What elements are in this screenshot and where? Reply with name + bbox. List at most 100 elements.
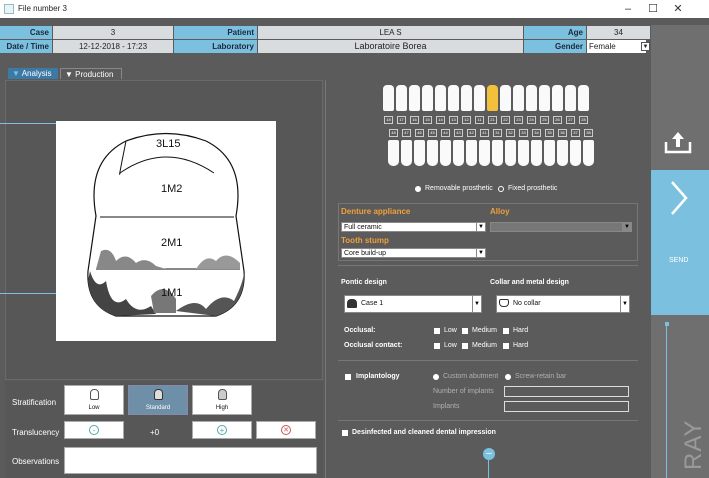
upper-tooth[interactable] [578, 85, 589, 111]
contact-medium-checkbox[interactable] [462, 343, 468, 349]
upper-tooth-number[interactable]: 11 [475, 116, 484, 124]
lower-tooth[interactable] [492, 140, 503, 166]
collar-select[interactable]: No collar ▼ [496, 295, 630, 313]
lower-tooth-number[interactable]: 32 [506, 129, 515, 137]
number-implants-input[interactable] [504, 386, 629, 397]
tab-analysis[interactable]: ▼ Analysis [8, 68, 58, 79]
lower-tooth[interactable] [505, 140, 516, 166]
upper-tooth[interactable] [422, 85, 433, 111]
lower-tooth-number[interactable]: 37 [571, 129, 580, 137]
lower-tooth-number[interactable]: 47 [402, 129, 411, 137]
radio-custom-abutment[interactable] [433, 374, 439, 380]
occlusal-medium-checkbox[interactable] [462, 328, 468, 334]
strat-high-button[interactable]: High [192, 385, 252, 415]
translucency-increase-button[interactable]: + [192, 421, 252, 439]
lower-tooth-number[interactable]: 36 [558, 129, 567, 137]
upper-tooth-number[interactable]: 26 [553, 116, 562, 124]
send-button[interactable]: SEND [651, 170, 709, 315]
lower-tooth-number[interactable]: 34 [532, 129, 541, 137]
lower-tooth[interactable] [518, 140, 529, 166]
translucency-decrease-button[interactable]: - [64, 421, 124, 439]
upper-tooth-number[interactable]: 16 [410, 116, 419, 124]
upper-tooth-number[interactable]: 15 [423, 116, 432, 124]
upper-tooth-number[interactable]: 22 [501, 116, 510, 124]
occlusal-low-checkbox[interactable] [434, 328, 440, 334]
contact-low-checkbox[interactable] [434, 343, 440, 349]
upper-tooth-number[interactable]: 18 [384, 116, 393, 124]
radio-screw-retain[interactable] [505, 374, 511, 380]
upper-tooth-number[interactable]: 25 [540, 116, 549, 124]
denture-appliance-select[interactable]: Full ceramic ▼ [341, 222, 486, 232]
tab-production[interactable]: ▼ Production [60, 68, 122, 79]
lower-tooth-number[interactable]: 35 [545, 129, 554, 137]
lower-tooth[interactable] [440, 140, 451, 166]
lower-tooth[interactable] [388, 140, 399, 166]
lower-tooth-number[interactable]: 45 [428, 129, 437, 137]
tooth-stump-select[interactable]: Core build-up ▼ [341, 248, 486, 258]
lower-tooth-number[interactable]: 46 [415, 129, 424, 137]
upper-tooth[interactable] [565, 85, 576, 111]
translucency-reset-button[interactable]: ✕ [256, 421, 316, 439]
contact-hard-checkbox[interactable] [503, 343, 509, 349]
lower-tooth-number[interactable]: 42 [467, 129, 476, 137]
disinfected-checkbox[interactable] [342, 430, 348, 436]
radio-removable[interactable] [415, 186, 421, 192]
strat-standard-button[interactable]: Standard [128, 385, 188, 415]
alloy-select[interactable]: ▼ [490, 222, 632, 232]
lower-tooth[interactable] [427, 140, 438, 166]
chevron-down-icon[interactable]: ▼ [641, 42, 650, 51]
upper-tooth[interactable] [513, 85, 524, 111]
upper-tooth-number[interactable]: 17 [397, 116, 406, 124]
lower-tooth[interactable] [583, 140, 594, 166]
upper-tooth[interactable] [552, 85, 563, 111]
lower-tooth[interactable] [531, 140, 542, 166]
upper-tooth-number[interactable]: 28 [579, 116, 588, 124]
upper-tooth[interactable] [474, 85, 485, 111]
lower-tooth[interactable] [557, 140, 568, 166]
implants-input[interactable] [504, 401, 629, 412]
lower-tooth[interactable] [401, 140, 412, 166]
upper-tooth[interactable] [383, 85, 394, 111]
lower-tooth-number[interactable]: 48 [389, 129, 398, 137]
lower-tooth[interactable] [414, 140, 425, 166]
upper-tooth[interactable] [487, 85, 498, 111]
upload-button[interactable] [664, 128, 692, 154]
strat-low-button[interactable]: Low [64, 385, 124, 415]
upper-tooth[interactable] [409, 85, 420, 111]
lower-tooth-number[interactable]: 43 [454, 129, 463, 137]
gender-select[interactable]: Female ▼ [587, 40, 650, 53]
implantology-checkbox[interactable] [345, 374, 351, 380]
lower-tooth-number[interactable]: 41 [480, 129, 489, 137]
lower-tooth[interactable] [544, 140, 555, 166]
lower-tooth-number[interactable]: 31 [493, 129, 502, 137]
upper-tooth-number[interactable]: 13 [449, 116, 458, 124]
upper-tooth-number[interactable]: 23 [514, 116, 523, 124]
occlusal-hard-checkbox[interactable] [503, 328, 509, 334]
upper-tooth[interactable] [461, 85, 472, 111]
upper-tooth-number[interactable]: 12 [462, 116, 471, 124]
upper-tooth[interactable] [526, 85, 537, 111]
upper-tooth-number[interactable]: 14 [436, 116, 445, 124]
lower-tooth[interactable] [453, 140, 464, 166]
maximize-button[interactable]: ☐ [642, 2, 664, 16]
upper-tooth[interactable] [448, 85, 459, 111]
upper-tooth[interactable] [396, 85, 407, 111]
lower-tooth[interactable] [466, 140, 477, 166]
lower-tooth-number[interactable]: 44 [441, 129, 450, 137]
lower-tooth[interactable] [479, 140, 490, 166]
lower-tooth-number[interactable]: 38 [584, 129, 593, 137]
upper-tooth-number[interactable]: 24 [527, 116, 536, 124]
upper-tooth-number[interactable]: 21 [488, 116, 497, 124]
upper-tooth[interactable] [435, 85, 446, 111]
radio-fixed[interactable] [498, 186, 504, 192]
upper-tooth[interactable] [539, 85, 550, 111]
lower-tooth[interactable] [570, 140, 581, 166]
pontic-select[interactable]: Case 1 ▼ [344, 295, 482, 313]
upper-tooth[interactable] [500, 85, 511, 111]
lower-tooth-number[interactable]: 33 [519, 129, 528, 137]
observations-input[interactable] [64, 447, 317, 474]
close-button[interactable]: ✕ [667, 2, 689, 16]
upper-tooth-number[interactable]: 27 [566, 116, 575, 124]
minimize-button[interactable]: – [617, 2, 639, 16]
collapse-button[interactable]: – [483, 448, 495, 460]
